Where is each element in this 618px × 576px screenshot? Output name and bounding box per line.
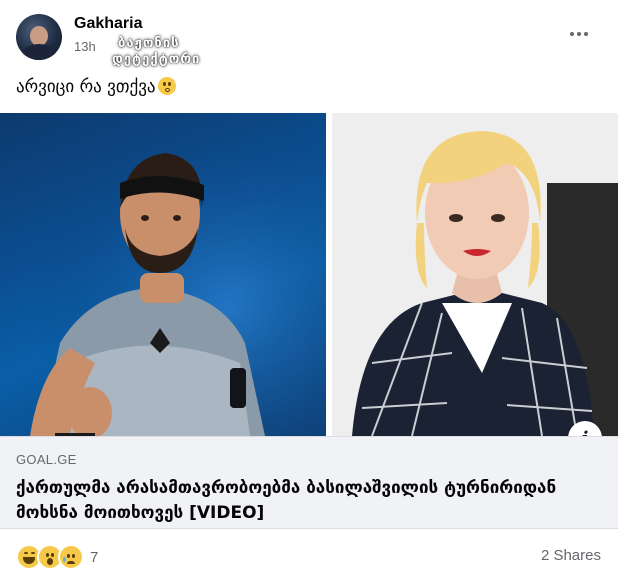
sad-reaction-icon <box>58 544 84 570</box>
tennis-player-illustration <box>0 113 326 436</box>
link-domain: GOAL.GE <box>16 452 77 467</box>
avatar-face <box>30 26 48 46</box>
link-headline[interactable]: ქართულმა არასამთავრობოებმა ბასილაშვილის … <box>16 476 602 526</box>
tennis-player-photo <box>0 113 326 436</box>
author-name[interactable]: Gakharia <box>74 15 142 33</box>
post-timestamp[interactable]: 13h <box>74 39 96 54</box>
detector-watermark: ბაჟონის დეტექტორი <box>110 34 206 74</box>
reactions-summary[interactable]: 7 <box>16 544 98 570</box>
woman-portrait-photo <box>332 113 618 436</box>
watermark-line-1: ბაჟონის <box>118 36 180 51</box>
more-options-icon[interactable] <box>566 24 592 44</box>
caption-text: არვიცი რა ვთქვა <box>16 77 156 97</box>
watermark-line-2: დეტექტორი <box>112 52 201 67</box>
woman-portrait-illustration <box>332 113 618 436</box>
flushed-face-emoji <box>157 77 176 95</box>
avatar-shoulders <box>22 44 56 60</box>
reaction-count[interactable]: 7 <box>90 549 98 566</box>
link-preview-image[interactable] <box>0 113 618 436</box>
shares-count[interactable]: 2 Shares <box>541 547 601 564</box>
author-avatar[interactable] <box>16 14 62 60</box>
facebook-post: Gakharia 13h ბაჟონის დეტექტორი არვიცი რა… <box>0 0 618 576</box>
post-caption: არვიცი რა ვთქვა <box>16 77 176 97</box>
